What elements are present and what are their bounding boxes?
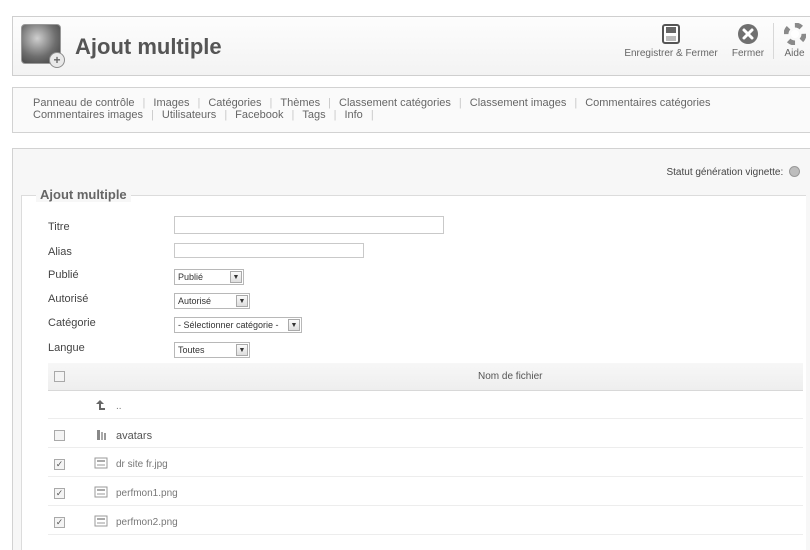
chevron-down-icon: ▼	[288, 319, 300, 331]
image-file-icon	[94, 486, 108, 498]
authorized-label: Autorisé	[48, 293, 89, 305]
submenu-item-images[interactable]: Images	[153, 97, 189, 109]
close-label: Fermer	[731, 48, 765, 59]
help-label: Aide	[784, 48, 805, 59]
submenu-item-tags[interactable]: Tags	[302, 109, 325, 121]
chevron-down-icon: ▼	[230, 271, 242, 283]
submenu: Panneau de contrôle | Images | Catégories | Th…	[12, 87, 810, 133]
submenu-item-commentaires-categories[interactable]: Commentaires catégories	[585, 97, 710, 109]
file-row-parent[interactable]: ..	[48, 393, 803, 419]
file-row-dr-site-fr[interactable]: ✓ dr site fr.jpg	[48, 451, 803, 477]
file-name: ..	[116, 401, 122, 412]
category-label: Catégorie	[48, 317, 96, 329]
file-name: perfmon2.png	[116, 517, 178, 528]
status-ok-icon	[789, 166, 800, 177]
upload-form: Ajout multiple Titre Alias Publié Publié…	[21, 187, 806, 550]
help-lifebuoy-icon	[783, 23, 806, 45]
file-name: perfmon1.png	[116, 488, 178, 499]
submenu-item-utilisateurs[interactable]: Utilisateurs	[162, 109, 216, 121]
media-logo-icon: +	[21, 24, 65, 68]
language-label: Langue	[48, 342, 85, 354]
submenu-item-facebook[interactable]: Facebook	[235, 109, 283, 121]
file-name: avatars	[116, 430, 153, 442]
title-label: Titre	[48, 221, 70, 233]
close-icon	[738, 24, 758, 44]
select-all-checkbox[interactable]	[54, 371, 65, 382]
authorized-select-value: Autorisé	[178, 296, 212, 306]
title-input[interactable]	[174, 216, 444, 234]
published-label: Publié	[48, 269, 79, 281]
save-close-button[interactable]: Enregistrer & Fermer	[619, 23, 723, 59]
file-table-header: Nom de fichier	[48, 363, 803, 391]
row-checkbox[interactable]	[54, 430, 65, 441]
thumbnail-status-label: Statut génération vignette:	[666, 167, 784, 179]
file-row-perfmon1[interactable]: ✓ perfmon1.png	[48, 480, 803, 506]
category-select-value: - Sélectionner catégorie -	[178, 320, 279, 330]
toolbar-header: + Ajout multiple Enregistrer & Fermer Fe…	[12, 16, 810, 76]
row-checkbox-checked[interactable]: ✓	[54, 517, 65, 528]
submenu-item-classement-categories[interactable]: Classement catégories	[339, 97, 451, 109]
save-close-label: Enregistrer & Fermer	[624, 48, 718, 59]
submenu-row-2: Commentaires images | Utilisateurs | Faceboo…	[33, 109, 374, 121]
row-checkbox-checked[interactable]: ✓	[54, 459, 65, 470]
alias-label: Alias	[48, 246, 72, 258]
submenu-item-classement-images[interactable]: Classement images	[470, 97, 567, 109]
filename-column-header: Nom de fichier	[478, 371, 543, 382]
file-name: dr site fr.jpg	[116, 459, 168, 470]
published-select[interactable]: Publié ▼	[174, 269, 244, 285]
image-file-icon	[94, 457, 108, 469]
submenu-item-info[interactable]: Info	[344, 109, 362, 121]
form-legend: Ajout multiple	[36, 187, 131, 202]
thumbnail-status: Statut génération vignette:	[666, 166, 800, 179]
save-icon	[662, 24, 680, 44]
close-button[interactable]: Fermer	[725, 23, 771, 59]
image-file-icon	[94, 515, 108, 527]
submenu-item-panneau[interactable]: Panneau de contrôle	[33, 97, 135, 109]
language-select[interactable]: Toutes ▼	[174, 342, 250, 358]
published-select-value: Publié	[178, 272, 204, 282]
category-select[interactable]: - Sélectionner catégorie - ▼	[174, 317, 302, 333]
help-button[interactable]: Aide	[773, 23, 810, 59]
page-title: Ajout multiple	[75, 34, 222, 59]
folder-icon	[97, 430, 106, 440]
submenu-item-categories[interactable]: Catégories	[208, 97, 261, 109]
file-row-perfmon2[interactable]: ✓ perfmon2.png	[48, 509, 803, 535]
chevron-down-icon: ▼	[236, 344, 248, 356]
main-panel: Statut génération vignette: Ajout multip…	[12, 148, 810, 550]
submenu-item-commentaires-images[interactable]: Commentaires images	[33, 109, 143, 121]
language-select-value: Toutes	[178, 345, 205, 355]
alias-input[interactable]	[174, 243, 364, 258]
file-row-avatars[interactable]: avatars	[48, 422, 803, 448]
parent-folder-icon	[96, 400, 105, 410]
row-checkbox-checked[interactable]: ✓	[54, 488, 65, 499]
authorized-select[interactable]: Autorisé ▼	[174, 293, 250, 309]
chevron-down-icon: ▼	[236, 295, 248, 307]
submenu-item-themes[interactable]: Thèmes	[280, 97, 320, 109]
submenu-row-1: Panneau de contrôle | Images | Catégories | Th…	[33, 97, 711, 109]
